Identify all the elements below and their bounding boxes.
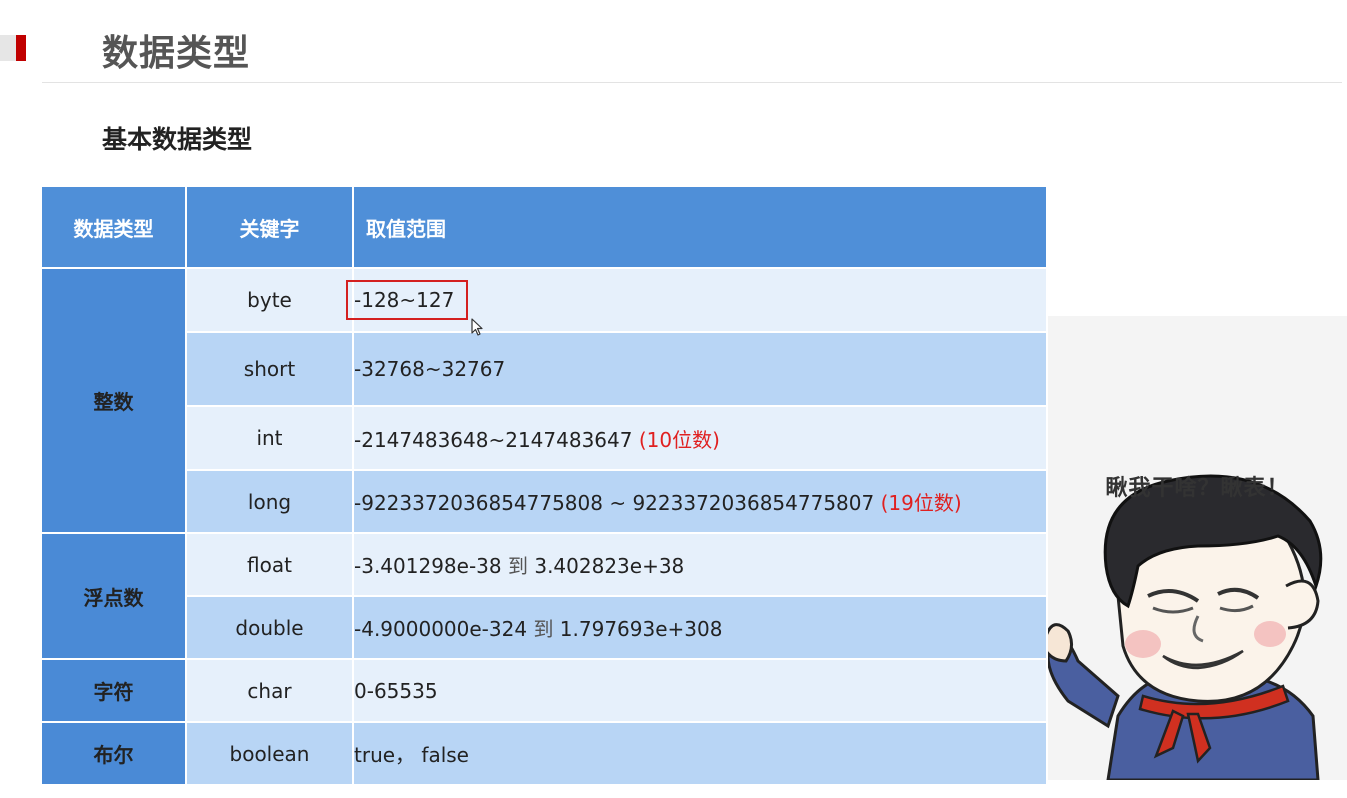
group-char: 字符 <box>40 658 187 723</box>
range-cell: -9223372036854775808 ~ 92233720368547758… <box>352 469 1048 534</box>
range-value: -9223372036854775808 ~ 92233720368547758… <box>354 491 875 515</box>
keyword-cell: byte <box>185 267 354 333</box>
table-header-row: 数据类型 关键字 取值范围 <box>40 185 1048 269</box>
group-bool: 布尔 <box>40 721 187 786</box>
range-to: 1.797693e+308 <box>559 617 723 641</box>
range-cell: -32768~32767 <box>352 331 1048 407</box>
meme-caption: 瞅我干啥？瞅表！ <box>1105 476 1290 501</box>
group-integer: 整数 <box>40 267 187 534</box>
keyword-cell: char <box>185 658 354 723</box>
accent-bar-background <box>0 35 16 61</box>
table-row: double -4.9000000e-324 到 1.797693e+308 <box>41 595 1048 660</box>
data-types-table: 数据类型 关键字 取值范围 整数 byte -128~127 short -32… <box>40 185 1048 786</box>
range-cell: -4.9000000e-324 到 1.797693e+308 <box>352 595 1048 660</box>
cartoon-boy-illustration <box>1044 474 1323 782</box>
title-divider <box>42 82 1342 83</box>
range-value: -128~127 <box>354 288 455 312</box>
digit-count-note: (10位数) <box>638 427 720 452</box>
meme-panel <box>1044 316 1347 782</box>
table-row: int -2147483648~2147483647 (10位数) <box>41 405 1048 471</box>
range-cell: 0-65535 <box>352 658 1048 723</box>
header-range: 取值范围 <box>352 185 1048 269</box>
digit-count-note: (19位数) <box>880 491 962 515</box>
range-separator: 到 <box>507 554 528 578</box>
highlight-box: -128~127 <box>346 280 469 320</box>
section-subtitle: 基本数据类型 <box>102 125 253 154</box>
range-cell: -2147483648~2147483647 (10位数) <box>352 405 1048 471</box>
range-to: 3.402823e+38 <box>534 554 685 578</box>
title-accent-bar <box>16 35 26 61</box>
table-row: 浮点数 float -3.401298e-38 到 3.402823e+38 <box>40 532 1048 660</box>
range-cell: -3.401298e-38 到 3.402823e+38 <box>352 532 1048 597</box>
table-row: 布尔 boolean true， false <box>40 721 1048 786</box>
keyword-cell: boolean <box>185 721 354 786</box>
table-row: 字符 char 0-65535 <box>40 658 1048 723</box>
table-row: 整数 byte -128~127 <box>40 267 1048 534</box>
range-from: -4.9000000e-324 <box>354 617 528 641</box>
keyword-cell: double <box>185 595 354 660</box>
keyword-cell: short <box>185 331 354 407</box>
range-from: -3.401298e-38 <box>354 554 502 578</box>
header-data-type: 数据类型 <box>40 185 187 269</box>
range-value: -2147483648~2147483647 <box>354 427 633 452</box>
range-cell: -128~127 <box>346 267 1048 333</box>
group-float: 浮点数 <box>40 532 187 660</box>
mouse-pointer-icon <box>471 318 483 336</box>
range-separator: 到 <box>533 617 554 641</box>
table-row: short -32768~32767 <box>41 331 1048 407</box>
header-keyword: 关键字 <box>185 185 354 269</box>
table-row: long -9223372036854775808 ~ 922337203685… <box>41 469 1048 534</box>
keyword-cell: float <box>185 532 354 597</box>
range-cell: true， false <box>352 721 1048 786</box>
slide-title: 数据类型 <box>102 33 251 74</box>
keyword-cell: int <box>185 405 354 471</box>
keyword-cell: long <box>185 469 354 534</box>
